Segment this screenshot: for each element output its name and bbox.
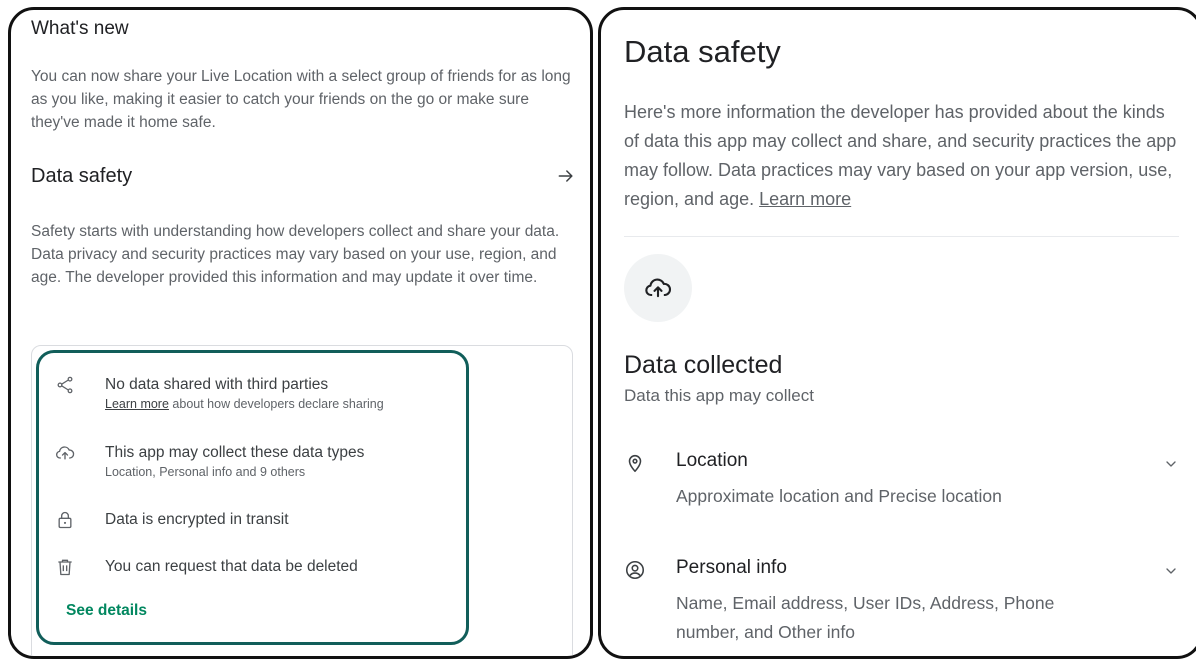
share-icon [57, 376, 73, 394]
chevron-down-icon[interactable] [1163, 456, 1179, 472]
list-item-text: No data shared with third parties Learn … [105, 375, 465, 413]
data-item-description: Approximate location and Precise locatio… [676, 486, 1002, 506]
whats-new-body: You can now share your Live Location wit… [31, 68, 571, 131]
list-item-text: You can request that data be deleted [105, 557, 465, 577]
right-panel: Data safety Here's more information the … [598, 7, 1196, 659]
lock-icon [58, 511, 72, 529]
data-safety-description: Here's more information the developer ha… [624, 98, 1179, 214]
cloud-upload-icon [645, 278, 672, 298]
page-title: Data safety [624, 34, 781, 69]
data-safety-body: Safety starts with understanding how dev… [31, 223, 560, 286]
arrow-right-icon[interactable] [556, 166, 576, 186]
list-item-title: No data shared with third parties [105, 376, 329, 393]
data-item-location[interactable]: Location Approximate location and Precis… [624, 450, 1179, 510]
list-item-text: Data is encrypted in transit [105, 510, 465, 530]
list-item-subtitle-rest: about how developers declare sharing [168, 397, 384, 411]
whats-new-title: What's new [31, 18, 129, 39]
cloud-upload-icon [56, 446, 75, 460]
list-item-subtitle: Learn more about how developers declare … [105, 395, 465, 413]
learn-more-link[interactable]: Learn more [759, 189, 851, 209]
location-pin-icon [628, 454, 642, 473]
data-collected-subtitle: Data this app may collect [624, 386, 814, 405]
list-item-title: You can request that data be deleted [105, 558, 358, 575]
data-item-name: Personal info [676, 557, 787, 578]
data-safety-title: Data safety [31, 165, 133, 187]
data-item-personal-info[interactable]: Personal info Name, Email address, User … [624, 557, 1179, 647]
divider [624, 236, 1179, 237]
data-collected-title: Data collected [624, 351, 783, 379]
chevron-down-icon[interactable] [1163, 563, 1179, 579]
list-item-title: This app may collect these data types [105, 444, 365, 461]
data-safety-header[interactable]: Data safety [31, 162, 576, 190]
left-panel: What's new You can now share your Live L… [8, 7, 593, 659]
list-item-subtitle: Location, Personal info and 9 others [105, 465, 306, 479]
cloud-upload-badge [624, 254, 692, 322]
data-item-description: Name, Email address, User IDs, Address, … [676, 593, 1055, 642]
trash-icon [58, 559, 72, 576]
see-details-link[interactable]: See details [66, 602, 147, 620]
list-item-title: Data is encrypted in transit [105, 511, 289, 528]
learn-more-link[interactable]: Learn more [105, 397, 169, 411]
list-item-text: This app may collect these data types Lo… [105, 443, 465, 481]
description-text: Here's more information the developer ha… [624, 102, 1177, 209]
data-item-name: Location [676, 450, 748, 471]
person-circle-icon [625, 560, 645, 580]
